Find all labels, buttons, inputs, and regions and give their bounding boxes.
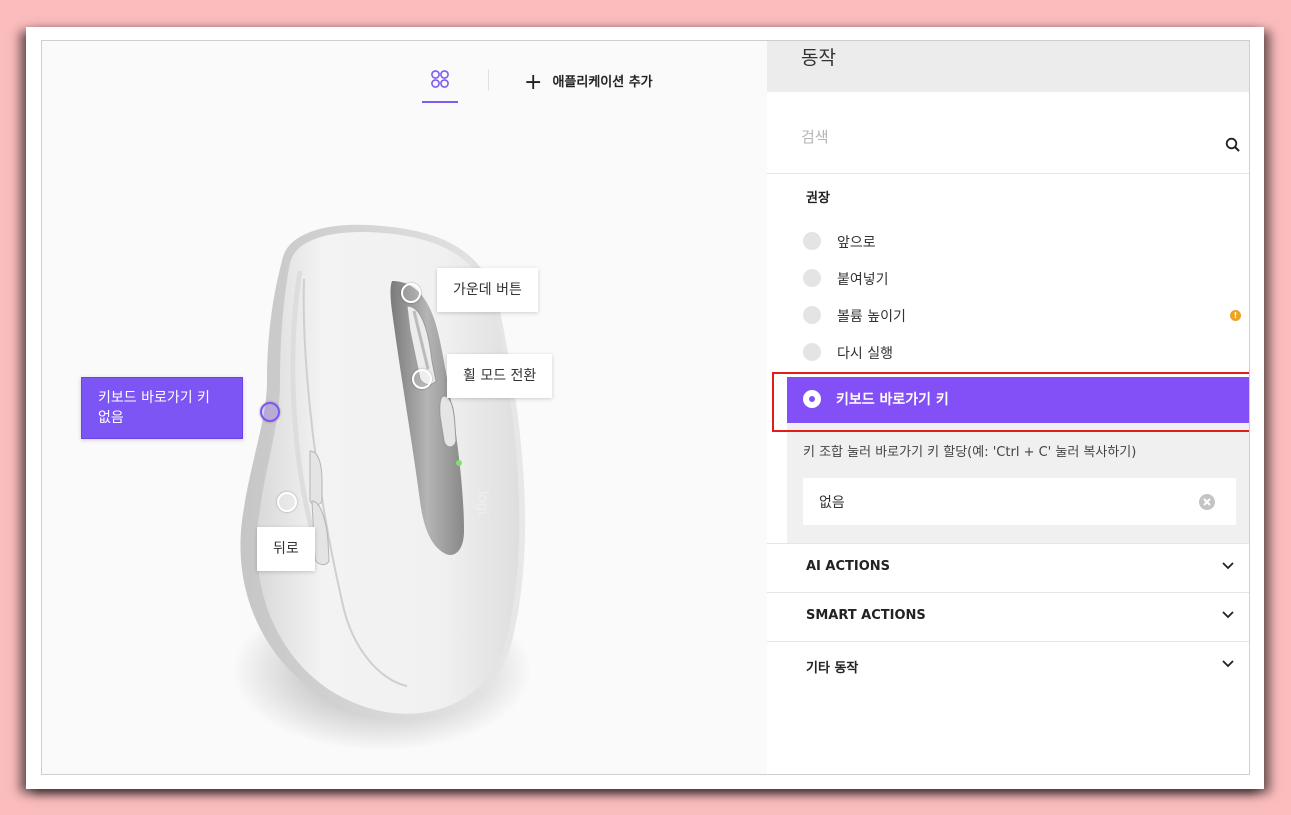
tab-divider (488, 69, 489, 91)
back-button-callout[interactable]: 뒤로 (257, 527, 315, 571)
shortcut-key-value: 없음 (819, 495, 845, 511)
middle-button-callout[interactable]: 가운데 버튼 (437, 268, 538, 312)
section-label: SMART ACTIONS (806, 608, 926, 623)
section-other-actions[interactable]: 기타 동작 (767, 641, 1249, 690)
back-button-hotspot[interactable] (277, 492, 297, 512)
actions-panel: 동작 권장 앞으로 붙여넣기 볼륨 높이기 ! (767, 41, 1249, 774)
section-label: AI ACTIONS (806, 559, 891, 574)
radio-button[interactable] (803, 232, 821, 250)
chevron-down-icon (1222, 562, 1234, 570)
keyboard-shortcut-callout-title: 키보드 바로가기 키 (98, 390, 210, 406)
radio-button[interactable] (803, 306, 821, 324)
plus-icon: + (524, 70, 543, 95)
middle-button-hotspot[interactable] (401, 283, 421, 303)
section-label: 기타 동작 (806, 661, 859, 676)
add-application-button[interactable]: + 애플리케이션 추가 (524, 67, 653, 95)
search-bar (767, 121, 1249, 174)
wheel-mode-label: 휠 모드 전환 (463, 368, 537, 384)
actions-panel-header: 동작 (767, 41, 1249, 92)
all-apps-tab[interactable] (422, 65, 458, 103)
radio-button[interactable] (803, 269, 821, 287)
section-ai-actions[interactable]: AI ACTIONS (767, 543, 1249, 592)
shortcut-key-field[interactable]: 없음 (803, 478, 1236, 525)
search-icon[interactable] (1225, 137, 1241, 153)
keyboard-shortcut-callout[interactable]: 키보드 바로가기 키 없음 (81, 377, 243, 439)
window-frame: + 애플리케이션 추가 logi 가운데 버튼 휠 모드 전환 키보드 바로가기… (26, 27, 1264, 789)
chevron-down-icon (1222, 611, 1234, 619)
side-button-hotspot[interactable] (260, 402, 280, 422)
grid-icon (431, 70, 449, 88)
search-input[interactable] (799, 121, 1203, 153)
action-item-forward[interactable]: 앞으로 (803, 229, 1243, 255)
section-smart-actions[interactable]: SMART ACTIONS (767, 592, 1249, 641)
warning-icon[interactable]: ! (1230, 310, 1241, 321)
add-application-label: 애플리케이션 추가 (552, 75, 653, 90)
keyboard-shortcut-callout-value: 없음 (98, 410, 124, 426)
shortcut-hint: 키 조합 눌러 바로가기 키 할당(예: 'Ctrl + C' 눌러 복사하기) (803, 445, 1137, 460)
action-label: 붙여넣기 (837, 272, 889, 288)
action-item-redo[interactable]: 다시 실행 (803, 340, 1243, 366)
radio-button[interactable] (803, 343, 821, 361)
action-item-volume-up[interactable]: 볼륨 높이기 ! (803, 303, 1243, 329)
chevron-down-icon (1222, 660, 1234, 668)
panel-title: 동작 (801, 47, 836, 69)
action-label: 다시 실행 (837, 346, 893, 362)
action-item-paste[interactable]: 붙여넣기 (803, 266, 1243, 292)
action-label: 앞으로 (837, 235, 876, 251)
highlight-annotation (772, 372, 1249, 432)
action-label: 볼륨 높이기 (837, 309, 906, 325)
device-pane: + 애플리케이션 추가 logi 가운데 버튼 휠 모드 전환 키보드 바로가기… (42, 41, 767, 774)
clear-icon[interactable] (1198, 493, 1216, 511)
back-button-label: 뒤로 (273, 541, 299, 557)
app-window: + 애플리케이션 추가 logi 가운데 버튼 휠 모드 전환 키보드 바로가기… (41, 40, 1250, 775)
recommended-heading: 권장 (806, 191, 830, 206)
middle-button-label: 가운데 버튼 (453, 282, 522, 298)
wheel-mode-hotspot[interactable] (412, 369, 432, 389)
wheel-mode-callout[interactable]: 휠 모드 전환 (447, 354, 553, 398)
logi-logo: logi (474, 491, 491, 514)
